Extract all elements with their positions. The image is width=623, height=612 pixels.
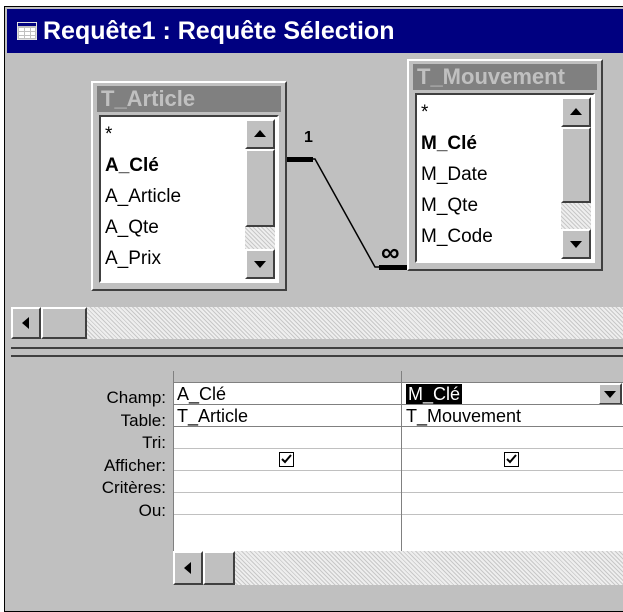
row-labels: Champ: Table: Tri: Afficher: Critères: O…: [11, 387, 166, 522]
arrow-left-icon: [22, 317, 29, 329]
criteres-cell[interactable]: [402, 471, 623, 493]
relationship-one-label: 1: [304, 129, 313, 146]
row-label-table: Table:: [120, 410, 166, 430]
champ-value[interactable]: M_Clé: [406, 384, 463, 404]
criteres-cell[interactable]: [173, 471, 401, 493]
column-divider: [173, 371, 174, 551]
checkmark-icon: [506, 454, 517, 464]
tri-cell[interactable]: [173, 427, 401, 449]
row-divider: [173, 426, 623, 427]
show-checkbox[interactable]: [504, 452, 519, 467]
horizontal-scrollbar-tables[interactable]: [11, 307, 623, 339]
scroll-left-button[interactable]: [11, 307, 41, 339]
table-cell[interactable]: T_Article: [173, 405, 401, 427]
row-label-criteres: Critères:: [101, 478, 166, 497]
row-label-afficher: Afficher:: [103, 455, 166, 475]
checkmark-icon: [281, 454, 292, 464]
arrow-left-icon: [184, 562, 191, 574]
row-label-champ: Champ:: [106, 388, 166, 407]
relationship-many-label: ∞: [381, 237, 399, 267]
afficher-cell[interactable]: [173, 449, 401, 471]
row-divider: [173, 404, 623, 405]
design-grid-pane: Champ: Table: Tri: Afficher: Critères: O…: [11, 361, 623, 607]
grid-column-1: A_Clé T_Article: [173, 371, 401, 551]
relationship-line[interactable]: [15, 57, 623, 311]
scroll-thumb[interactable]: [203, 551, 235, 585]
afficher-cell[interactable]: [402, 449, 623, 471]
design-grid[interactable]: A_Clé T_Article M_Clé T_Mouvement: [173, 371, 623, 551]
table-cell[interactable]: T_Mouvement: [402, 405, 623, 427]
query-window-icon: [17, 22, 37, 40]
column-divider: [401, 371, 402, 551]
chevron-down-icon: [604, 391, 616, 398]
champ-cell-selected[interactable]: M_Clé: [402, 383, 623, 405]
tri-cell[interactable]: [402, 427, 623, 449]
horizontal-scrollbar-grid[interactable]: [173, 551, 623, 585]
show-checkbox[interactable]: [279, 452, 294, 467]
pane-splitter[interactable]: [11, 347, 623, 357]
dropdown-button[interactable]: [598, 383, 622, 405]
title-bar[interactable]: Requête1 : Requête Sélection: [7, 9, 623, 53]
grid-column-2: M_Clé T_Mouvement: [402, 371, 623, 551]
champ-cell[interactable]: A_Clé: [173, 383, 401, 405]
row-label-tri: Tri:: [142, 433, 166, 452]
scroll-thumb[interactable]: [41, 307, 87, 339]
scroll-left-button[interactable]: [173, 551, 203, 585]
ou-cell[interactable]: [173, 493, 401, 515]
row-label-ou: Ou:: [138, 500, 166, 520]
table-pane: T_Article * A_Clé A_Article A_Qte A_Prix…: [15, 57, 623, 311]
ou-cell[interactable]: [402, 493, 623, 515]
window-title: Requête1 : Requête Sélection: [43, 17, 395, 45]
query-window: Requête1 : Requête Sélection T_Article *…: [4, 6, 623, 612]
